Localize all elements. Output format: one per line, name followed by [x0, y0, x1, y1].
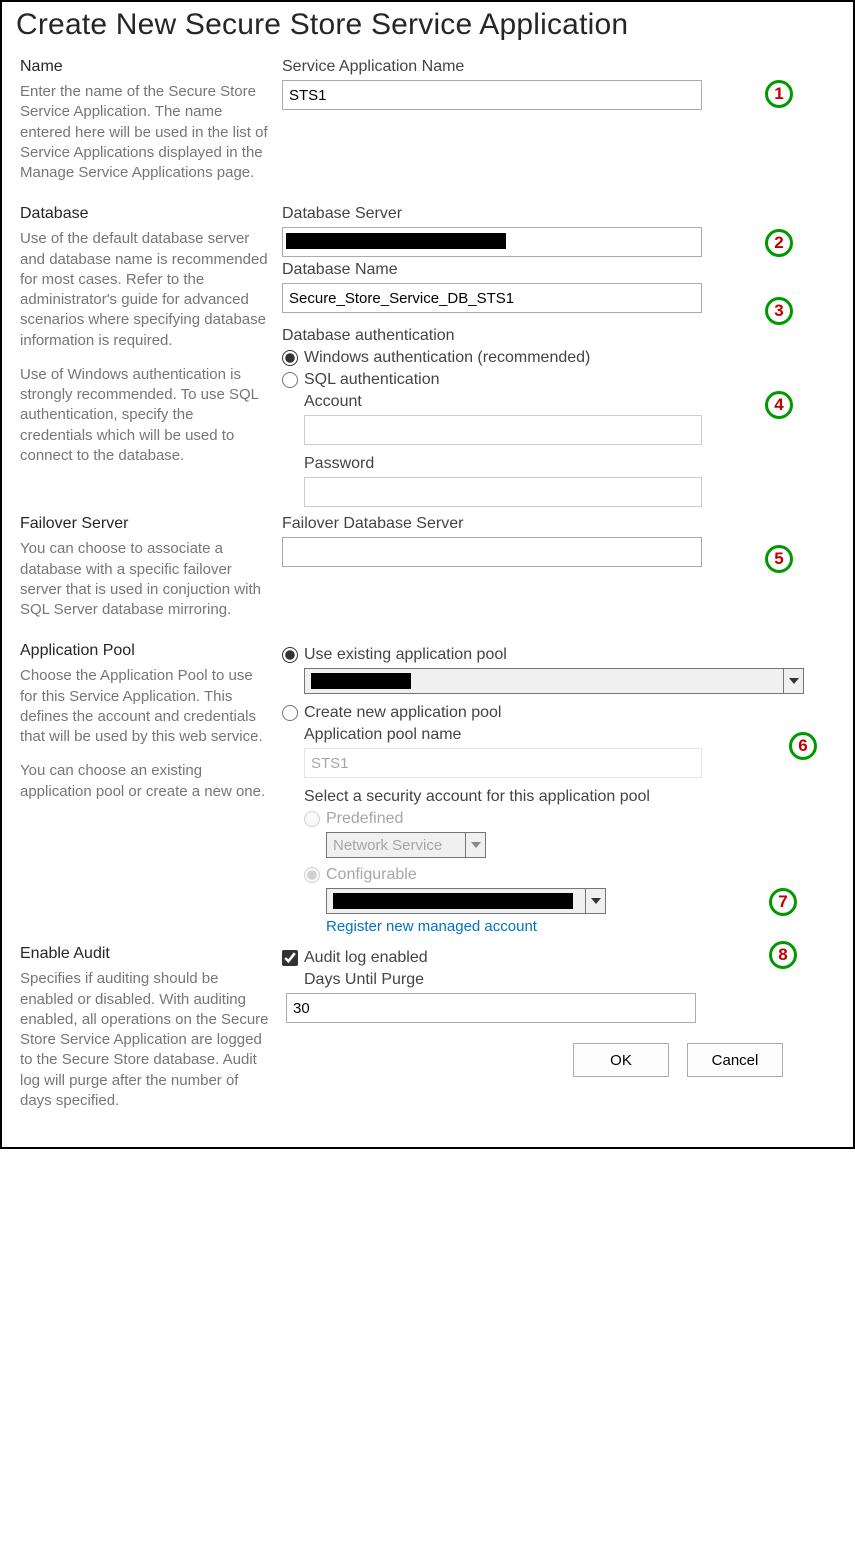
cancel-button[interactable]: Cancel: [687, 1043, 783, 1077]
audit-enabled-checkbox[interactable]: [282, 950, 298, 966]
radio-use-existing-label: Use existing application pool: [304, 646, 507, 664]
failover-heading: Failover Server: [20, 515, 270, 533]
radio-configurable[interactable]: [304, 867, 320, 883]
radio-sql-auth-label: SQL authentication: [304, 371, 440, 389]
radio-configurable-label: Configurable: [326, 866, 417, 884]
purge-label: Days Until Purge: [304, 971, 833, 989]
section-audit: Enable Audit Specifies if auditing shoul…: [12, 945, 843, 1125]
dialog-title: Create New Secure Store Service Applicat…: [16, 8, 843, 42]
purge-input[interactable]: [286, 993, 696, 1023]
radio-predefined-row: Predefined: [304, 810, 833, 828]
audit-help: Specifies if auditing should be enabled …: [20, 969, 270, 1111]
radio-windows-auth[interactable]: [282, 350, 298, 366]
radio-create-new-label: Create new application pool: [304, 704, 501, 722]
apppool-help-2: You can choose an existing application p…: [20, 761, 270, 802]
predefined-select[interactable]: Network Service: [326, 832, 486, 858]
name-heading: Name: [20, 58, 270, 76]
redacted-account: [333, 893, 573, 909]
radio-create-new[interactable]: [282, 705, 298, 721]
audit-enabled-label: Audit log enabled: [304, 949, 428, 967]
redacted-db-server: [286, 233, 506, 249]
audit-check-row: Audit log enabled: [282, 949, 833, 967]
radio-configurable-row: Configurable: [304, 866, 833, 884]
configurable-select[interactable]: [326, 888, 606, 914]
db-name-label: Database Name: [282, 261, 833, 279]
ok-button[interactable]: OK: [573, 1043, 669, 1077]
pool-name-label: Application pool name: [304, 726, 833, 744]
annotation-marker-2: 2: [765, 229, 793, 257]
name-help: Enter the name of the Secure Store Servi…: [20, 82, 270, 183]
section-failover: Failover Server You can choose to associ…: [12, 515, 843, 634]
redacted-pool-name: [311, 673, 411, 689]
db-name-input[interactable]: [282, 283, 702, 313]
radio-sql-auth-row: SQL authentication: [282, 371, 833, 389]
chevron-down-icon: [465, 833, 485, 857]
service-app-name-label: Service Application Name: [282, 58, 833, 76]
annotation-marker-1: 1: [765, 80, 793, 108]
pool-name-input[interactable]: [304, 748, 702, 778]
failover-help: You can choose to associate a database w…: [20, 539, 270, 620]
database-help-2: Use of Windows authentication is strongl…: [20, 365, 270, 466]
sql-account-label: Account: [304, 393, 833, 411]
existing-pool-select[interactable]: [304, 668, 804, 694]
radio-create-new-row: Create new application pool: [282, 704, 833, 722]
radio-windows-auth-row: Windows authentication (recommended): [282, 349, 833, 367]
audit-heading: Enable Audit: [20, 945, 270, 963]
dialog-buttons: OK Cancel: [282, 1043, 833, 1077]
apppool-help-1: Choose the Application Pool to use for t…: [20, 666, 270, 747]
radio-use-existing[interactable]: [282, 647, 298, 663]
failover-label: Failover Database Server: [282, 515, 833, 533]
radio-windows-auth-label: Windows authentication (recommended): [304, 349, 590, 367]
apppool-heading: Application Pool: [20, 642, 270, 660]
security-account-label: Select a security account for this appli…: [304, 788, 833, 806]
radio-predefined-label: Predefined: [326, 810, 403, 828]
annotation-marker-5: 5: [765, 545, 793, 573]
failover-input[interactable]: [282, 537, 702, 567]
sql-password-label: Password: [304, 455, 833, 473]
create-secure-store-dialog: Create New Secure Store Service Applicat…: [0, 0, 855, 1149]
predefined-value: Network Service: [333, 837, 442, 854]
db-auth-label: Database authentication: [282, 327, 833, 345]
section-name: Name Enter the name of the Secure Store …: [12, 58, 843, 197]
database-heading: Database: [20, 205, 270, 223]
sql-account-input[interactable]: [304, 415, 702, 445]
database-help-1: Use of the default database server and d…: [20, 229, 270, 351]
sql-password-input[interactable]: [304, 477, 702, 507]
radio-predefined[interactable]: [304, 811, 320, 827]
radio-sql-auth[interactable]: [282, 372, 298, 388]
db-server-label: Database Server: [282, 205, 833, 223]
annotation-marker-3: 3: [765, 297, 793, 325]
radio-use-existing-row: Use existing application pool: [282, 646, 833, 664]
register-account-link[interactable]: Register new managed account: [326, 918, 833, 935]
service-app-name-input[interactable]: [282, 80, 702, 110]
chevron-down-icon: [783, 669, 803, 693]
section-database: Database Use of the default database ser…: [12, 205, 843, 507]
chevron-down-icon: [585, 889, 605, 913]
section-apppool: Application Pool Choose the Application …: [12, 642, 843, 935]
